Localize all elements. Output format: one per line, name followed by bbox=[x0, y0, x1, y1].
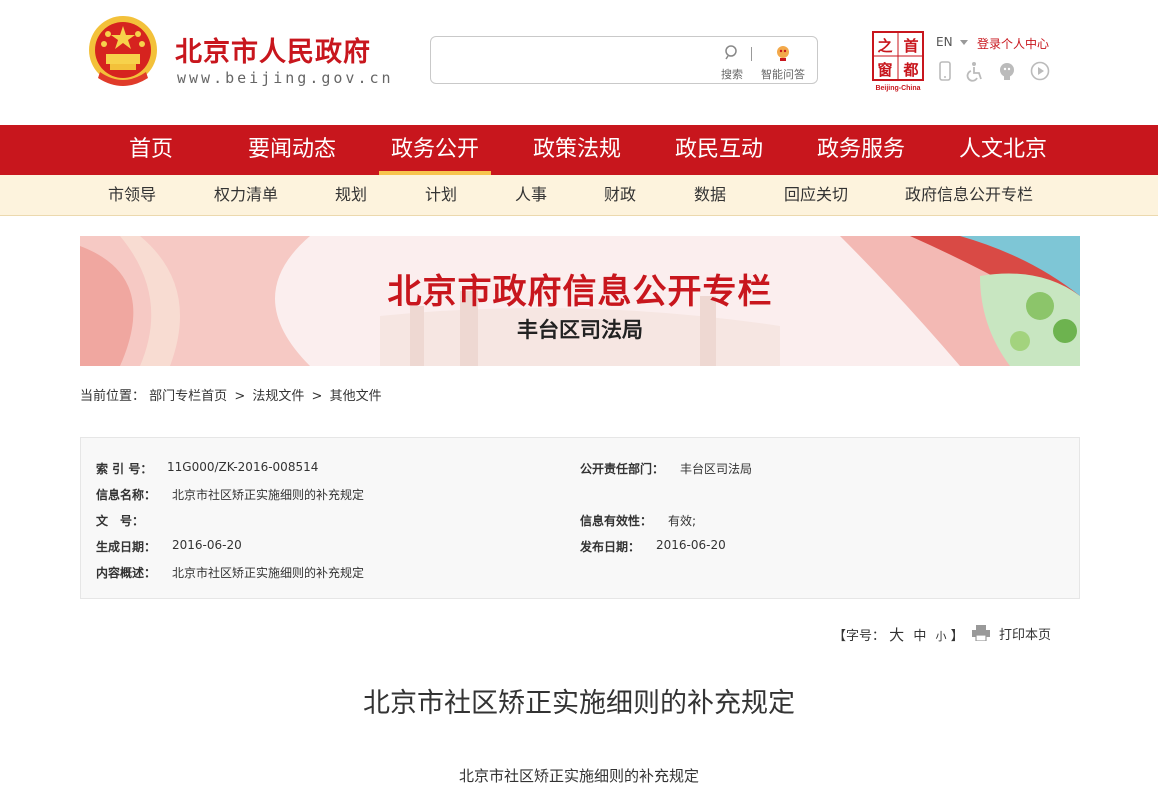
subnav-item-planning[interactable]: 规划 bbox=[335, 175, 367, 215]
subnav-item-responses[interactable]: 回应关切 bbox=[784, 175, 848, 215]
banner-title: 北京市政府信息公开专栏 bbox=[387, 272, 773, 312]
validity-value: 有效; bbox=[668, 514, 697, 528]
site-title[interactable]: 北京市人民政府 bbox=[175, 30, 371, 69]
index-number-value: 11G000/ZK-2016-008514 bbox=[167, 460, 319, 474]
search-icon bbox=[725, 45, 737, 60]
search-input[interactable] bbox=[441, 47, 715, 75]
subnav-item-power-list[interactable]: 权力清单 bbox=[214, 175, 278, 215]
created-date-label: 生成日期： bbox=[96, 540, 157, 554]
search-label: 搜索 bbox=[721, 68, 743, 81]
print-label: 打印本页 bbox=[999, 628, 1052, 643]
document-metadata-panel: 索 引 号： 11G000/ZK-2016-008514 公开责任部门： 丰台区… bbox=[80, 437, 1080, 599]
font-size-bracket-close: 】 bbox=[950, 629, 964, 644]
chevron-down-icon bbox=[960, 39, 969, 45]
site-url: www.beijing.gov.cn bbox=[177, 69, 394, 87]
published-date-label: 发布日期： bbox=[580, 540, 641, 554]
nav-item-policy[interactable]: 政策法规 bbox=[533, 125, 621, 175]
nav-item-home[interactable]: 首页 bbox=[129, 125, 173, 175]
index-number-label: 索 引 号： bbox=[96, 462, 153, 476]
breadcrumb-prefix: 当前位置： bbox=[80, 389, 146, 404]
nav-item-services[interactable]: 政务服务 bbox=[817, 125, 905, 175]
national-emblem-logo[interactable] bbox=[86, 12, 160, 92]
banner-subtitle: 丰台区司法局 bbox=[517, 318, 643, 342]
svg-text:窗: 窗 bbox=[877, 61, 892, 79]
svg-text:之: 之 bbox=[877, 37, 892, 55]
breadcrumb: 当前位置： 部门专栏首页 > 法规文件 > 其他文件 bbox=[80, 385, 382, 404]
summary-value: 北京市社区矫正实施细则的补充规定 bbox=[172, 566, 365, 580]
search-divider bbox=[751, 47, 752, 61]
smart-qa-button[interactable]: 智能问答 bbox=[757, 44, 809, 81]
breadcrumb-item-dept-home[interactable]: 部门专栏首页 bbox=[149, 389, 227, 404]
login-link[interactable]: 登录个人中心 bbox=[977, 35, 1049, 52]
font-size-label: 【字号： bbox=[833, 629, 886, 644]
main-nav: 首页 要闻动态 政务公开 政策法规 政民互动 政务服务 人文北京 bbox=[0, 125, 1158, 175]
subnav-item-finance[interactable]: 财政 bbox=[604, 175, 636, 215]
breadcrumb-separator: > bbox=[311, 389, 323, 404]
info-name-value: 北京市社区矫正实施细则的补充规定 bbox=[172, 488, 365, 502]
mobile-icon[interactable] bbox=[934, 60, 956, 82]
font-size-controls: 【字号： 大 中 小 】 bbox=[833, 624, 964, 645]
nav-item-culture[interactable]: 人文北京 bbox=[959, 125, 1047, 175]
subnav-item-personnel[interactable]: 人事 bbox=[515, 175, 547, 215]
nav-item-gov-affairs-open[interactable]: 政务公开 bbox=[391, 125, 479, 175]
validity-label: 信息有效性： bbox=[580, 514, 653, 528]
accessibility-icon[interactable] bbox=[964, 60, 986, 82]
nav-item-interaction[interactable]: 政民互动 bbox=[675, 125, 763, 175]
subnav-item-plans[interactable]: 计划 bbox=[425, 175, 457, 215]
responsible-dept-label: 公开责任部门： bbox=[580, 462, 665, 476]
svg-text:Beijing-China: Beijing-China bbox=[875, 85, 920, 92]
info-name-label: 信息名称： bbox=[96, 488, 157, 502]
sub-nav: 市领导 权力清单 规划 计划 人事 财政 数据 回应关切 政府信息公开专栏 bbox=[0, 175, 1158, 216]
printer-icon bbox=[972, 625, 990, 641]
summary-label: 内容概述： bbox=[96, 566, 157, 580]
subnav-item-leaders[interactable]: 市领导 bbox=[108, 175, 156, 215]
subnav-item-data[interactable]: 数据 bbox=[694, 175, 726, 215]
font-size-small[interactable]: 小 bbox=[935, 630, 946, 643]
article-title: 北京市社区矫正实施细则的补充规定 bbox=[363, 688, 795, 719]
created-date-value: 2016-06-20 bbox=[172, 538, 242, 552]
search-button[interactable]: 搜索 bbox=[717, 44, 747, 81]
robot-icon bbox=[777, 46, 789, 61]
language-label: EN bbox=[936, 35, 953, 49]
smart-qa-label: 智能问答 bbox=[761, 68, 805, 81]
elderly-care-icon[interactable] bbox=[996, 60, 1018, 82]
play-icon[interactable] bbox=[1029, 60, 1051, 82]
nav-item-news[interactable]: 要闻动态 bbox=[248, 125, 336, 175]
language-switch[interactable]: EN bbox=[936, 35, 969, 49]
responsible-dept-value: 丰台区司法局 bbox=[680, 462, 753, 476]
capital-window-seal[interactable]: 之 首 都 窗 Beijing-China bbox=[871, 30, 925, 92]
breadcrumb-item-other-docs[interactable]: 其他文件 bbox=[330, 389, 382, 404]
svg-text:首: 首 bbox=[903, 37, 918, 55]
subnav-item-info-disclosure[interactable]: 政府信息公开专栏 bbox=[905, 175, 1033, 215]
svg-text:都: 都 bbox=[902, 61, 918, 79]
doc-number-label: 文 号： bbox=[96, 514, 145, 528]
breadcrumb-separator: > bbox=[234, 389, 246, 404]
font-size-medium[interactable]: 中 bbox=[913, 629, 926, 644]
breadcrumb-item-regulations[interactable]: 法规文件 bbox=[252, 389, 304, 404]
published-date-value: 2016-06-20 bbox=[656, 538, 726, 552]
font-size-large[interactable]: 大 bbox=[889, 626, 904, 644]
